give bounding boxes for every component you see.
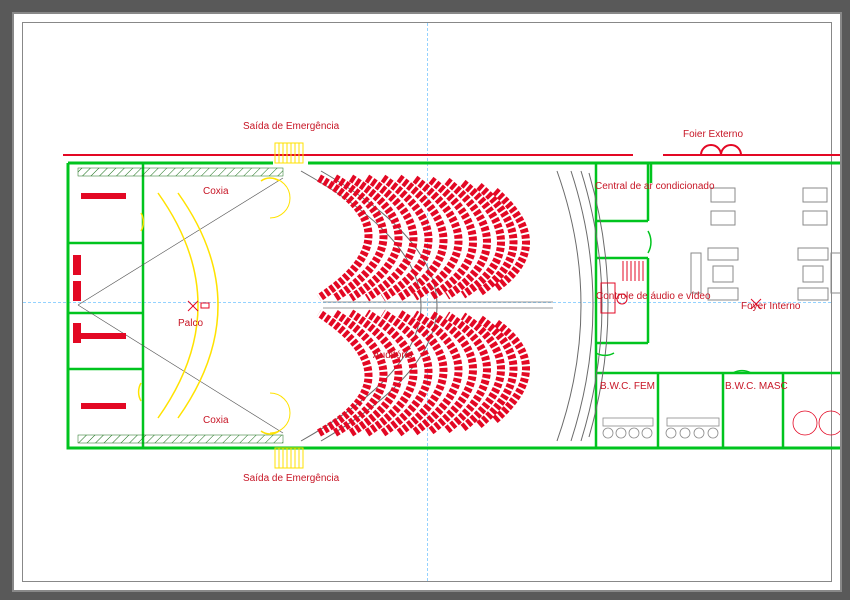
wall-outer [68,163,842,448]
hatch-top [78,168,283,176]
drawing-area: Saída de Emergência Saída de Emergência … [22,22,832,582]
label-foyer-int: Foyer Interno [741,301,800,312]
drawing-frame: Saída de Emergência Saída de Emergência … [12,12,842,592]
label-coxia-top: Coxia [203,186,229,197]
viewport: Saída de Emergência Saída de Emergência … [0,0,850,600]
door-arcs [596,231,751,373]
exterior-wall [63,145,842,155]
label-foyer-ext: Foier Externo [663,129,763,140]
emergency-stair [270,143,303,468]
sightline [78,178,283,433]
furniture-foyer [691,188,841,300]
label-saida-top: Saída de Emergência [243,121,313,132]
ceiling-contour [301,171,608,441]
wall-interior [68,163,842,448]
label-central-ar: Central de ar condicionado [595,181,665,192]
furniture-backstage [73,193,126,409]
label-coxia-bottom: Coxia [203,415,229,426]
label-saida-bottom: Saída de Emergência [243,473,313,484]
label-controle: Controle de áudio e vídeo [596,291,646,302]
aisle-steps [323,302,553,308]
label-palco: Palco [178,318,203,329]
label-auditorio: Auditório [373,350,412,361]
seating [319,178,526,433]
floorplan-svg [23,23,842,592]
hatch-bottom [78,435,283,443]
label-bwc-fem: B.W.C. FEM [600,381,646,392]
label-bwc-masc: B.W.C. MASC [725,381,775,392]
